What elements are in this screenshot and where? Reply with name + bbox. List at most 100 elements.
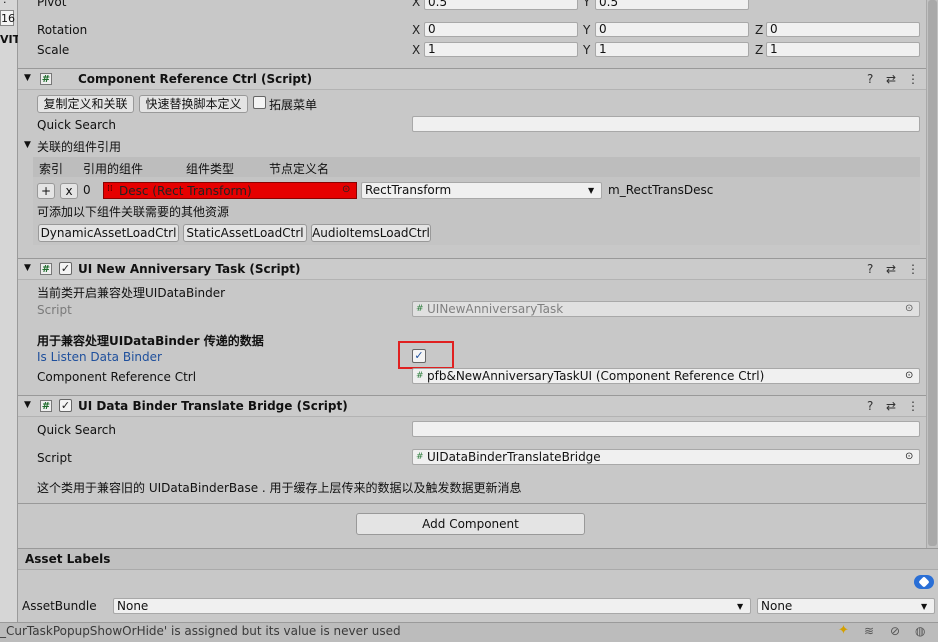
object-picker-icon[interactable]: ⊙ bbox=[905, 303, 913, 314]
asset-bundle-dropdown[interactable]: None bbox=[113, 598, 751, 614]
preset-icon[interactable]: ⇄ bbox=[886, 399, 896, 413]
context-menu-icon[interactable]: ⋮ bbox=[907, 72, 919, 86]
rect-transform-icon: ⁞⁞ bbox=[107, 184, 113, 194]
compat-text: 当前类开启兼容处理UIDataBinder bbox=[37, 286, 226, 300]
script-hash-icon: # bbox=[40, 73, 52, 85]
copy-definition-button[interactable]: 复制定义和关联 bbox=[37, 95, 134, 113]
asset-bundle-variant-dropdown[interactable]: None bbox=[757, 598, 935, 614]
script-label: Script bbox=[37, 303, 72, 317]
static-asset-load-ctrl-button[interactable]: StaticAssetLoadCtrl bbox=[183, 224, 307, 242]
quick-search-label: Quick Search bbox=[37, 423, 116, 437]
script-field[interactable]: UIDataBinderTranslateBridge bbox=[412, 449, 920, 465]
related-foldout-icon[interactable]: ▼ bbox=[24, 140, 31, 150]
add-row-button[interactable]: + bbox=[37, 183, 55, 199]
col-type: 组件类型 bbox=[186, 162, 235, 176]
extend-menu-checkbox[interactable] bbox=[253, 96, 266, 109]
rotation-x-axis: X bbox=[412, 23, 421, 37]
resource-hint: 可添加以下组件关联需要的其他资源 bbox=[37, 205, 230, 219]
context-menu-icon[interactable]: ⋮ bbox=[907, 262, 919, 276]
pivot-y-field[interactable]: 0.5 bbox=[595, 0, 749, 10]
component-reference-ctrl-label: Component Reference Ctrl bbox=[37, 370, 197, 384]
data-binder-heading: 用于兼容处理UIDataBinder 传递的数据 bbox=[37, 334, 264, 348]
script-label: Script bbox=[37, 451, 72, 465]
rotation-label: Rotation bbox=[37, 23, 88, 37]
pivot-label: Pivot bbox=[37, 0, 67, 9]
help-icon[interactable]: ? bbox=[867, 399, 873, 413]
dropdown-arrow-icon[interactable]: ▼ bbox=[921, 602, 927, 611]
debug-icon[interactable]: ⊘ bbox=[890, 624, 906, 638]
preset-icon[interactable]: ⇄ bbox=[886, 262, 896, 276]
col-node-name: 节点定义名 bbox=[269, 162, 330, 176]
pivot-x-axis: X bbox=[412, 0, 421, 9]
pivot-x-field[interactable]: 0.5 bbox=[424, 0, 578, 10]
scale-y-field[interactable]: 1 bbox=[595, 42, 749, 57]
foldout-arrow-icon[interactable]: ▼ bbox=[24, 263, 31, 273]
script-hash-icon: # bbox=[40, 263, 52, 275]
row-index: 0 bbox=[83, 183, 91, 197]
asset-labels-title: Asset Labels bbox=[25, 552, 111, 566]
scrollbar-thumb[interactable] bbox=[928, 0, 937, 546]
col-component: 引用的组件 bbox=[83, 162, 144, 176]
scale-x-field[interactable]: 1 bbox=[424, 42, 578, 57]
component-title: Component Reference Ctrl (Script) bbox=[78, 72, 313, 86]
extend-menu-label: 拓展菜单 bbox=[269, 98, 318, 112]
add-component-button[interactable]: Add Component bbox=[356, 513, 585, 535]
table-header bbox=[33, 157, 920, 177]
script-field: UINewAnniversaryTask bbox=[412, 301, 920, 317]
quick-search-input[interactable] bbox=[412, 116, 920, 132]
scale-y-axis: Y bbox=[583, 43, 591, 57]
component-object-value: Desc (Rect Transform) bbox=[119, 184, 252, 198]
component-title: UI Data Binder Translate Bridge (Script) bbox=[78, 399, 348, 413]
bridge-description: 这个类用于兼容旧的 UIDataBinderBase . 用于缓存上层传来的数据… bbox=[37, 481, 522, 495]
rotation-y-axis: Y bbox=[583, 23, 591, 37]
dropdown-arrow-icon[interactable]: ▼ bbox=[737, 602, 743, 611]
object-picker-icon[interactable]: ⊙ bbox=[905, 370, 913, 381]
script-file-icon: # bbox=[416, 371, 424, 381]
component-reference-ctrl-field[interactable]: pfb&NewAnniversaryTaskUI (Component Refe… bbox=[412, 368, 920, 384]
foldout-arrow-icon[interactable]: ▼ bbox=[24, 400, 31, 410]
scale-x-axis: X bbox=[412, 43, 421, 57]
scale-z-field[interactable]: 1 bbox=[766, 42, 920, 57]
asset-labels-header bbox=[18, 548, 938, 570]
preset-icon[interactable]: ⇄ bbox=[886, 72, 896, 86]
component-enabled-checkbox[interactable]: ✓ bbox=[59, 262, 72, 275]
object-picker-icon[interactable]: ⊙ bbox=[342, 184, 350, 195]
left-number-field[interactable]: 16 bbox=[0, 10, 15, 26]
divider bbox=[18, 503, 926, 504]
context-menu-icon[interactable]: ⋮ bbox=[907, 399, 919, 413]
related-section-label: 关联的组件引用 bbox=[37, 140, 122, 154]
audio-items-load-ctrl-button[interactable]: AudioItemsLoadCtrl bbox=[311, 224, 431, 242]
rotation-y-field[interactable]: 0 bbox=[595, 22, 749, 37]
script-hash-icon: # bbox=[40, 400, 52, 412]
object-picker-icon[interactable]: ⊙ bbox=[905, 451, 913, 462]
script-file-icon: # bbox=[416, 304, 424, 314]
is-listen-data-binder-checkbox[interactable]: ✓ bbox=[412, 349, 426, 363]
scale-label: Scale bbox=[37, 43, 70, 57]
help-icon[interactable]: ? bbox=[867, 262, 873, 276]
left-panel-edge: · 16 VIT bbox=[0, 0, 20, 622]
rotation-x-field[interactable]: 0 bbox=[424, 22, 578, 37]
layers-icon[interactable]: ≋ bbox=[864, 624, 880, 638]
rotation-z-field[interactable]: 0 bbox=[766, 22, 920, 37]
lighting-icon[interactable]: ◍ bbox=[915, 624, 931, 638]
console-message[interactable]: _CurTaskPopupShowOrHide' is assigned but… bbox=[0, 624, 401, 638]
component-title: UI New Anniversary Task (Script) bbox=[78, 262, 301, 276]
type-dropdown[interactable]: RectTransform bbox=[361, 182, 602, 199]
dropdown-arrow-icon[interactable]: ▼ bbox=[588, 186, 594, 195]
quick-replace-script-button[interactable]: 快速替换脚本定义 bbox=[139, 95, 248, 113]
scale-z-axis: Z bbox=[755, 43, 764, 57]
lightbulb-icon[interactable]: ✦ bbox=[838, 624, 852, 638]
component-enabled-checkbox[interactable]: ✓ bbox=[59, 399, 72, 412]
asset-bundle-label: AssetBundle bbox=[22, 599, 97, 613]
foldout-arrow-icon[interactable]: ▼ bbox=[24, 73, 31, 83]
rotation-z-axis: Z bbox=[755, 23, 764, 37]
remove-row-button[interactable]: x bbox=[60, 183, 78, 199]
label-tag-icon[interactable] bbox=[914, 575, 934, 589]
quick-search-label: Quick Search bbox=[37, 118, 116, 132]
pivot-y-axis: Y bbox=[583, 0, 591, 9]
col-index: 索引 bbox=[39, 162, 64, 176]
help-icon[interactable]: ? bbox=[867, 72, 873, 86]
quick-search-input[interactable] bbox=[412, 421, 920, 437]
dynamic-asset-load-ctrl-button[interactable]: DynamicAssetLoadCtrl bbox=[38, 224, 179, 242]
highlight-box bbox=[398, 341, 454, 369]
